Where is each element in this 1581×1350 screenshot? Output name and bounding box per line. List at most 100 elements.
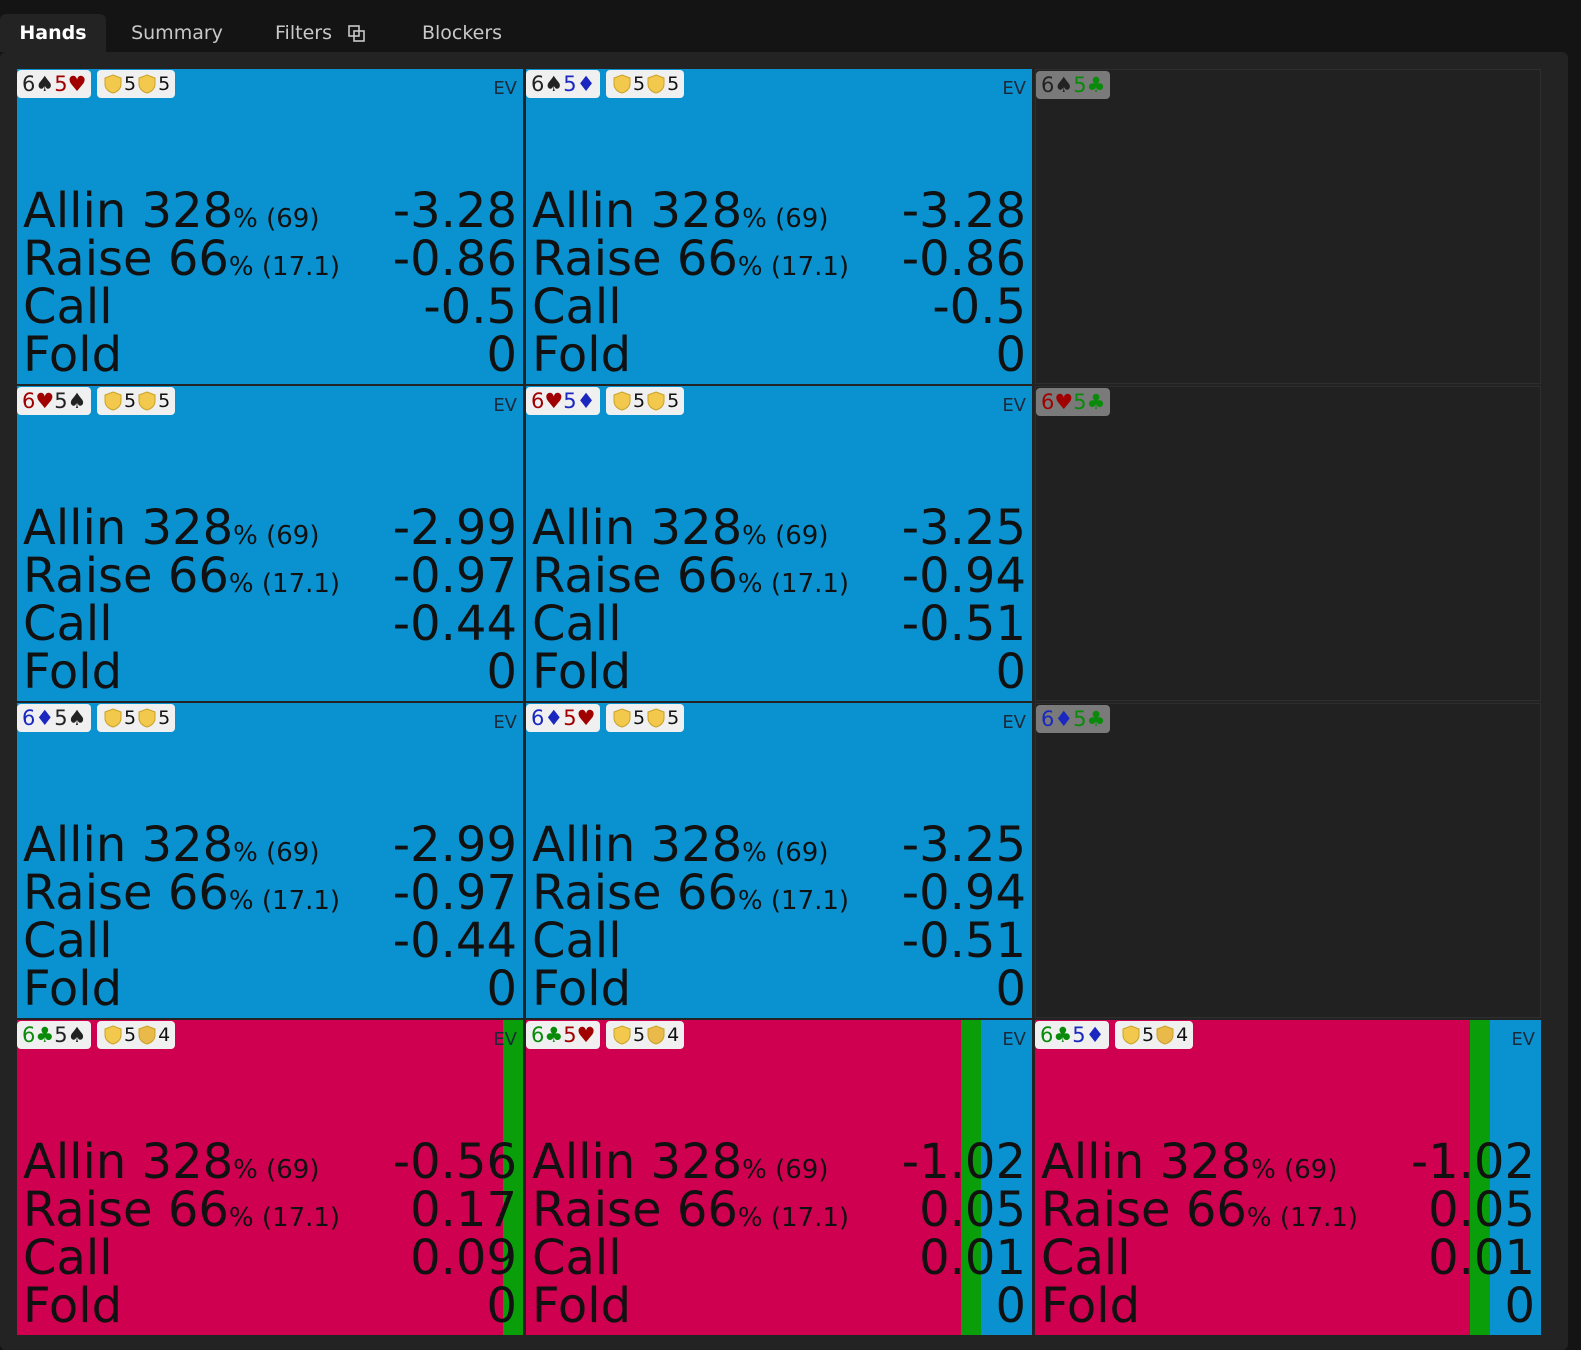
hand-label: 6♠5♥ [17,70,92,98]
action-percent: % (17.1) [737,1203,850,1233]
copy-icon[interactable] [348,17,365,55]
shield-icon [138,1025,156,1053]
action-rows: Allin 328% (69) -2.99 Raise 66% (17.1) -0.9… [23,821,517,1013]
hand-cell[interactable]: 6♣5♦ 5 4 EV Allin 328% (69) -1.02 Raise 66% (1… [1035,1020,1541,1335]
shield-icon [104,391,122,419]
hand-cell[interactable]: 6♥5♣ [1035,386,1541,701]
first-card-rank: 6 [1041,390,1055,414]
action-ev-value: 0.05 [1428,1182,1535,1238]
ev-label: EV [493,712,517,733]
action-row-allin: Allin 328% (69) -0.56 [23,1138,517,1186]
shield-icon [613,1025,631,1053]
action-row-fold: Fold 0 [23,331,517,379]
diamond-suit-icon: ♦ [576,389,596,413]
action-rows: Allin 328% (69) -2.99 Raise 66% (17.1) -0.9… [23,504,517,696]
hand-label: 6♦5♣ [1036,705,1111,733]
hand-cell[interactable]: 6♣5♠ 5 4 EV Allin 328% (69) -0.56 Raise 66% (1… [17,1020,523,1335]
hand-cell[interactable]: 6♥5♦ 5 5 EV Allin 328% (69) -3.25 Raise 66% (1… [526,386,1032,701]
second-card-rank: 5 [1073,73,1087,97]
hand-label: 6♦5♥ [526,704,601,732]
hand-cell[interactable]: 6♠5♥ 5 5 EV Allin 328% (69) -3.28 Raise 66% (1… [17,69,523,384]
tab-hands[interactable]: Hands [0,14,106,52]
action-row-raise: Raise 66% (17.1) 0.17 [23,1186,517,1234]
action-row-call: Call -0.51 [532,917,1026,965]
action-row-fold: Fold 0 [532,1282,1026,1330]
hand-cell[interactable]: 6♠5♣ [1035,69,1541,384]
hand-cell[interactable]: 6♥5♠ 5 5 EV Allin 328% (69) -2.99 Raise 66% (1… [17,386,523,701]
second-card-rank: 5 [563,706,577,730]
hand-cell[interactable]: 6♦5♥ 5 5 EV Allin 328% (69) -3.25 Raise 66% (1… [526,703,1032,1018]
action-name: Fold [1041,1282,1140,1330]
action-row-raise: Raise 66% (17.1) 0.05 [532,1186,1026,1234]
action-row-call: Call 0.01 [1041,1234,1535,1282]
spade-suit-icon: ♠ [35,72,55,96]
action-ev-value: 0 [995,1278,1026,1334]
action-row-allin: Allin 328% (69) -3.28 [532,187,1026,235]
action-row-allin: Allin 328% (69) -1.02 [1041,1138,1535,1186]
action-ev-value: -0.5 [932,279,1026,335]
diamond-suit-icon: ♦ [1085,1023,1105,1047]
second-card-rank: 5 [54,1023,68,1047]
badge-count: 5 [158,707,171,729]
action-row-raise: Raise 66% (17.1) -0.97 [23,552,517,600]
ev-label: EV [1002,395,1026,416]
action-row-allin: Allin 328% (69) -2.99 [23,821,517,869]
tab-label: Hands [19,22,87,44]
action-row-raise: Raise 66% (17.1) -0.97 [23,869,517,917]
shield-icon [104,1025,122,1053]
action-name: Fold [23,331,122,379]
hand-cell[interactable]: 6♠5♦ 5 5 EV Allin 328% (69) -3.28 Raise 66% (1… [526,69,1032,384]
second-card-rank: 5 [1073,390,1087,414]
action-row-call: Call -0.51 [532,600,1026,648]
action-ev-value: 0 [486,961,517,1017]
tab-filters[interactable]: Filters [262,14,378,52]
hand-label: 6♣5♥ [526,1021,601,1049]
badge-count: 5 [633,390,646,412]
action-row-call: Call 0.09 [23,1234,517,1282]
tab-blockers[interactable]: Blockers [410,14,514,52]
hand-label: 6♥5♠ [17,387,92,415]
action-ev-value: 0 [995,644,1026,700]
hand-cell[interactable]: 6♦5♣ [1035,703,1541,1018]
heart-suit-icon: ♥ [35,389,55,413]
tab-summary[interactable]: Summary [122,14,232,52]
action-percent: % (69) [742,204,829,234]
action-percent: % (69) [742,521,829,551]
action-label: Fold [532,961,632,1017]
action-ev-value: -0.94 [901,548,1026,604]
action-percent: % (17.1) [737,569,850,599]
first-card-rank: 6 [22,389,36,413]
heart-suit-icon: ♥ [576,1023,596,1047]
hand-cell[interactable]: 6♦5♠ 5 5 EV Allin 328% (69) -2.99 Raise 66% (1… [17,703,523,1018]
action-row-call: Call -0.44 [23,917,517,965]
second-card-rank: 5 [563,72,577,96]
action-ev-value: -0.5 [423,279,517,335]
first-card-rank: 6 [1041,707,1055,731]
spade-suit-icon: ♠ [67,1023,87,1047]
action-row-raise: Raise 66% (17.1) 0.05 [1041,1186,1535,1234]
first-card-rank: 6 [22,706,36,730]
combo-badge: 55 [606,387,685,415]
action-ev-value: -0.44 [392,913,517,969]
second-card-rank: 5 [54,389,68,413]
action-row-call: Call -0.44 [23,600,517,648]
action-rows: Allin 328% (69) -3.25 Raise 66% (17.1) -0.9… [532,504,1026,696]
hand-label: 6♠5♣ [1036,71,1111,99]
action-ev-value: 0.17 [410,1182,517,1238]
badge-count: 5 [158,73,171,95]
badge-count: 5 [124,390,137,412]
spade-suit-icon: ♠ [67,389,87,413]
action-name: Call [532,1234,622,1282]
tab-label: Summary [131,22,223,44]
badge-count: 5 [158,390,171,412]
ev-label: EV [493,395,517,416]
action-ev-value: -0.44 [392,596,517,652]
action-ev-value: -0.94 [901,865,1026,921]
shield-icon [613,74,631,102]
badge-count: 5 [667,707,680,729]
diamond-suit-icon: ♦ [544,706,564,730]
action-row-call: Call 0.01 [532,1234,1026,1282]
action-ev-value: -3.25 [901,500,1026,556]
tab-label: Blockers [421,22,503,44]
hand-cell[interactable]: 6♣5♥ 5 4 EV Allin 328% (69) -1.02 Raise 66% (1… [526,1020,1032,1335]
